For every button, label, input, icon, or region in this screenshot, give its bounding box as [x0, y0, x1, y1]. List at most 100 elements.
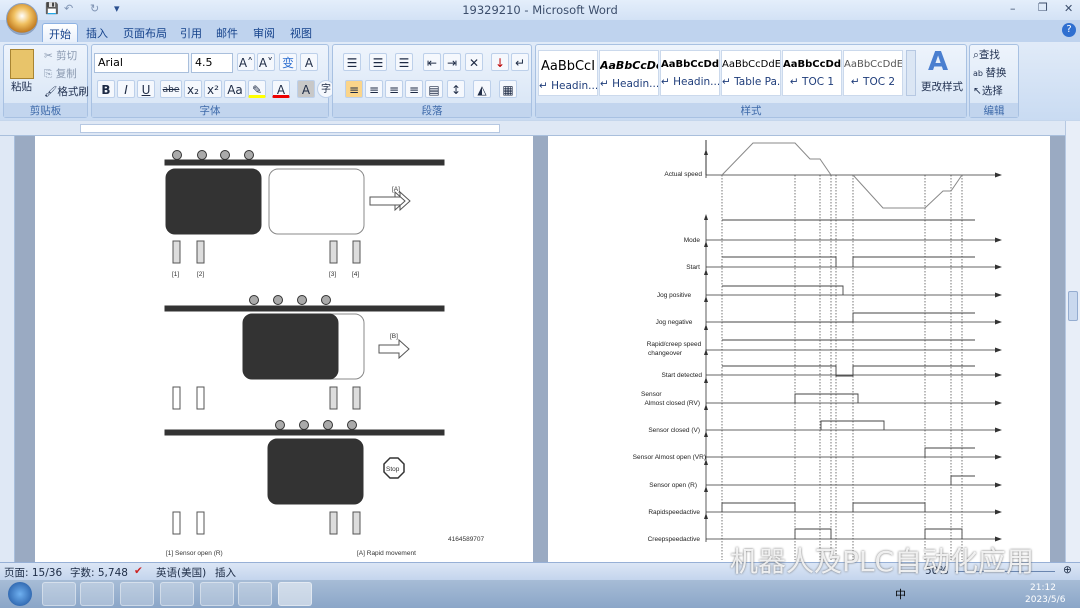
- minimize-button[interactable]: –: [1010, 2, 1016, 15]
- axis-arrow-icon: [995, 172, 1002, 178]
- subscript-button[interactable]: x₂: [184, 80, 202, 98]
- taskbar-word[interactable]: [278, 582, 312, 606]
- asian-layout-icon[interactable]: ✕: [465, 53, 483, 71]
- superscript-button[interactable]: x²: [204, 80, 222, 98]
- restore-button[interactable]: ❐: [1038, 1, 1048, 14]
- proofing-icon[interactable]: ✔: [134, 565, 143, 577]
- char-border-button[interactable]: A: [300, 53, 318, 71]
- taskbar-explorer[interactable]: [238, 582, 272, 606]
- strikethrough-button[interactable]: abe: [160, 80, 182, 98]
- italic-button[interactable]: I: [117, 80, 135, 98]
- tab-home[interactable]: 开始: [42, 23, 78, 42]
- decrease-indent-icon[interactable]: ⇤: [423, 53, 441, 71]
- bullets-icon[interactable]: ☰: [343, 53, 361, 71]
- align-left-icon[interactable]: ≡: [345, 80, 363, 98]
- increase-indent-icon[interactable]: ⇥: [443, 53, 461, 71]
- taskbar-app-4[interactable]: [160, 582, 194, 606]
- style-heading-1[interactable]: AaBbCcI ↵ Headin...: [538, 50, 598, 96]
- format-painter-button[interactable]: 🖌格式刷: [44, 84, 89, 99]
- taskbar-app-1[interactable]: [42, 582, 76, 606]
- actual-speed-curve: [852, 174, 963, 209]
- style-toc-2[interactable]: AaBbCcDdEe ↵ TOC 2: [843, 50, 903, 96]
- word-count[interactable]: 字数: 5,748: [70, 565, 128, 580]
- align-right-icon[interactable]: ≡: [385, 80, 403, 98]
- insert-mode[interactable]: 插入: [215, 565, 236, 580]
- taskbar-chrome[interactable]: [200, 582, 234, 606]
- office-button[interactable]: [6, 3, 38, 35]
- style-toc-1[interactable]: AaBbCcDdE ↵ TOC 1: [782, 50, 842, 96]
- rapid-active-signal: [852, 502, 926, 512]
- multilevel-list-icon[interactable]: ☰: [395, 53, 413, 71]
- shrink-font-button[interactable]: A˅: [257, 53, 275, 71]
- font-name-select[interactable]: Arial: [94, 53, 189, 73]
- close-button[interactable]: ✕: [1064, 2, 1073, 15]
- taskbar: 中 21:12 2023/5/6: [0, 580, 1080, 608]
- highlight-icon[interactable]: ✎: [248, 80, 266, 98]
- phonetic-guide-button[interactable]: 变: [279, 53, 297, 71]
- cut-button[interactable]: ✂ 剪切: [44, 48, 77, 63]
- change-case-button[interactable]: Aa: [224, 80, 246, 98]
- horizontal-ruler[interactable]: [0, 121, 1080, 136]
- axis-arrow-icon: [995, 400, 1002, 406]
- change-styles-button[interactable]: 更改样式: [921, 79, 963, 94]
- page-count[interactable]: 页面: 15/36: [4, 565, 62, 580]
- show-marks-icon[interactable]: ↵: [511, 53, 529, 71]
- font-color-button[interactable]: A: [272, 80, 290, 98]
- zoom-in-icon[interactable]: ⊕: [1063, 564, 1072, 576]
- align-center-icon[interactable]: ≡: [365, 80, 383, 98]
- vertical-scrollbar[interactable]: [1065, 121, 1080, 562]
- styles-scroll[interactable]: [906, 50, 916, 96]
- tab-references[interactable]: 引用: [174, 23, 208, 42]
- style-preview: AaBbCcDdE: [783, 59, 841, 70]
- tab-review[interactable]: 审阅: [247, 23, 281, 42]
- font-size-select[interactable]: 4.5: [191, 53, 233, 73]
- tab-view[interactable]: 视图: [284, 23, 318, 42]
- open-signal: [950, 475, 975, 485]
- distributed-icon[interactable]: ▤: [425, 80, 443, 98]
- tab-page-layout[interactable]: 页面布局: [117, 23, 173, 42]
- bold-button[interactable]: B: [97, 80, 115, 98]
- help-icon[interactable]: ?: [1062, 23, 1076, 37]
- ime-indicator[interactable]: 中: [895, 586, 906, 602]
- signal-label: Sensor: [641, 391, 662, 398]
- axis-arrow-icon: [704, 377, 708, 383]
- style-heading-3[interactable]: AaBbCcDdE ↵ Headin...: [660, 50, 720, 96]
- customize-qat-icon[interactable]: ▾: [114, 2, 120, 15]
- select-button[interactable]: ↖选择: [973, 83, 1003, 98]
- language[interactable]: 英语(美国): [156, 565, 206, 580]
- paste-button[interactable]: 粘贴: [11, 79, 32, 94]
- shading-icon[interactable]: ◭: [473, 80, 491, 98]
- undo-icon[interactable]: ↶: [64, 2, 73, 15]
- grow-font-button[interactable]: A˄: [237, 53, 255, 71]
- tab-mailings[interactable]: 邮件: [210, 23, 244, 42]
- save-icon[interactable]: 💾: [45, 2, 59, 15]
- start-button[interactable]: [8, 582, 32, 606]
- sort-icon[interactable]: ↓: [491, 53, 509, 71]
- taskbar-app-3[interactable]: [120, 582, 154, 606]
- start-signal: [722, 256, 837, 267]
- axis-arrow-icon: [995, 454, 1002, 460]
- closed-signal: [820, 420, 885, 430]
- document-area: [1] [2] [3] [4] [A] [B] Stop 4164589707 …: [15, 136, 1065, 562]
- clock-time[interactable]: 21:12: [1030, 583, 1056, 593]
- underline-button[interactable]: U: [137, 80, 155, 98]
- line-spacing-icon[interactable]: ↕: [447, 80, 465, 98]
- justify-icon[interactable]: ≡: [405, 80, 423, 98]
- numbering-icon[interactable]: ☰: [369, 53, 387, 71]
- scroll-thumb[interactable]: [1068, 291, 1078, 321]
- style-preview: AaBbCcDdEe: [844, 59, 902, 70]
- redo-icon[interactable]: ↻: [90, 2, 99, 15]
- copy-button[interactable]: ⎘ 复制: [44, 66, 77, 81]
- clock-date[interactable]: 2023/5/6: [1025, 595, 1065, 605]
- style-table-paragraph[interactable]: AaBbCcDdE ↵ Table Pa...: [721, 50, 781, 96]
- char-shading-button[interactable]: A: [297, 80, 315, 98]
- taskbar-app-2[interactable]: [80, 582, 114, 606]
- find-button[interactable]: ⌕查找: [973, 47, 1000, 62]
- signal-label: Rapidspeedactive: [648, 509, 700, 516]
- signal-label: Jog positive: [657, 292, 692, 299]
- style-heading-2[interactable]: AaBbCcDc ↵ Headin...: [599, 50, 659, 96]
- vertical-ruler[interactable]: [0, 136, 15, 562]
- tab-insert[interactable]: 插入: [80, 23, 114, 42]
- replace-button[interactable]: ab 替换: [973, 65, 1007, 80]
- borders-icon[interactable]: ▦: [499, 80, 517, 98]
